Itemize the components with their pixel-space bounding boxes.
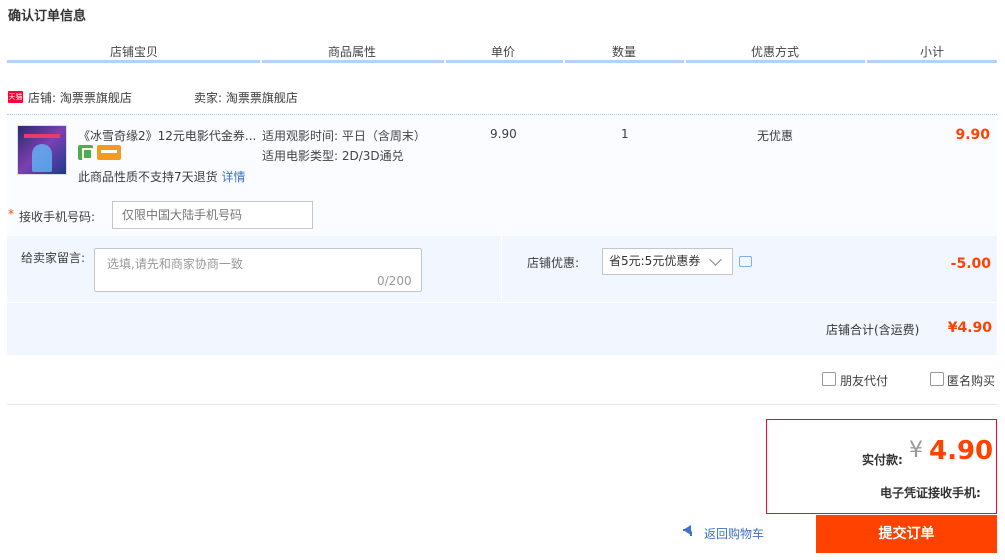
column-header-quantity: 数量 bbox=[612, 45, 637, 59]
column-header-item: 店铺宝贝 bbox=[110, 45, 159, 59]
card-payment-icon bbox=[97, 145, 121, 160]
no-return-text: 此商品性质不支持7天退货 bbox=[78, 170, 218, 184]
chat-icon[interactable] bbox=[739, 256, 752, 267]
quantity: 1 bbox=[621, 127, 629, 141]
message-char-counter: 0/200 bbox=[377, 274, 412, 288]
discount-method: 无优惠 bbox=[757, 129, 794, 143]
shop-discount-label: 店铺优惠: bbox=[527, 256, 580, 270]
back-to-cart-link[interactable]: 返回购物车 bbox=[704, 525, 764, 542]
payment-amount: 4.90 bbox=[929, 436, 994, 466]
friend-pay-label[interactable]: 朋友代付 bbox=[840, 372, 888, 389]
item-subtotal: 9.90 bbox=[955, 127, 990, 143]
message-placeholder: 选填,请先和商家协商一致 bbox=[107, 257, 243, 271]
required-mark: * bbox=[8, 207, 14, 221]
section-divider bbox=[7, 302, 997, 303]
detail-link[interactable]: 详情 bbox=[221, 170, 245, 184]
no-return-notice: 此商品性质不支持7天退货 详情 bbox=[78, 168, 245, 185]
submit-order-button[interactable]: 提交订单 bbox=[816, 515, 997, 553]
header-underline bbox=[7, 60, 997, 63]
seller-name-link[interactable]: 卖家: 淘票票旗舰店 bbox=[194, 89, 298, 106]
currency-symbol: ¥ bbox=[909, 438, 923, 463]
attr-viewing-time: 适用观影时间: 平日（含周末） bbox=[262, 129, 426, 143]
phone-label: 接收手机号码: bbox=[19, 210, 96, 224]
header-divider bbox=[563, 60, 565, 63]
unit-price: 9.90 bbox=[490, 127, 517, 141]
voucher-phone-label: 电子凭证接收手机: bbox=[880, 486, 981, 500]
payment-label: 实付款: bbox=[862, 453, 903, 467]
anonymous-checkbox[interactable] bbox=[930, 372, 944, 386]
phone-input[interactable] bbox=[112, 201, 313, 229]
header-divider bbox=[444, 60, 446, 63]
header-divider bbox=[260, 60, 262, 63]
back-arrow-icon[interactable] bbox=[683, 525, 692, 536]
column-header-subtotal: 小计 bbox=[920, 45, 945, 59]
friend-pay-checkbox[interactable] bbox=[822, 372, 836, 386]
ticket-service-icon bbox=[78, 145, 93, 160]
tmall-badge-icon: 天猫 bbox=[8, 91, 23, 103]
header-divider bbox=[684, 60, 686, 63]
column-header-price: 单价 bbox=[491, 45, 516, 59]
shop-name-link[interactable]: 店铺: 淘票票旗舰店 bbox=[28, 89, 132, 106]
message-label: 给卖家留言: bbox=[21, 251, 86, 265]
header-divider bbox=[865, 60, 867, 63]
product-title-link[interactable]: 《冰雪奇缘2》12元电影代金券... bbox=[78, 127, 258, 144]
page-title: 确认订单信息 bbox=[8, 9, 87, 24]
shop-discount-amount: -5.00 bbox=[950, 256, 991, 272]
column-divider bbox=[501, 236, 502, 302]
attr-movie-type: 适用电影类型: 2D/3D通兑 bbox=[262, 149, 404, 163]
shop-total-label: 店铺合计(含运费) bbox=[826, 323, 920, 337]
column-header-attributes: 商品属性 bbox=[328, 45, 377, 59]
column-header-discount: 优惠方式 bbox=[751, 45, 800, 59]
product-thumbnail[interactable] bbox=[17, 125, 67, 175]
shop-total-value: ¥4.90 bbox=[947, 320, 992, 336]
divider bbox=[7, 404, 997, 405]
anonymous-label[interactable]: 匿名购买 bbox=[947, 372, 995, 389]
